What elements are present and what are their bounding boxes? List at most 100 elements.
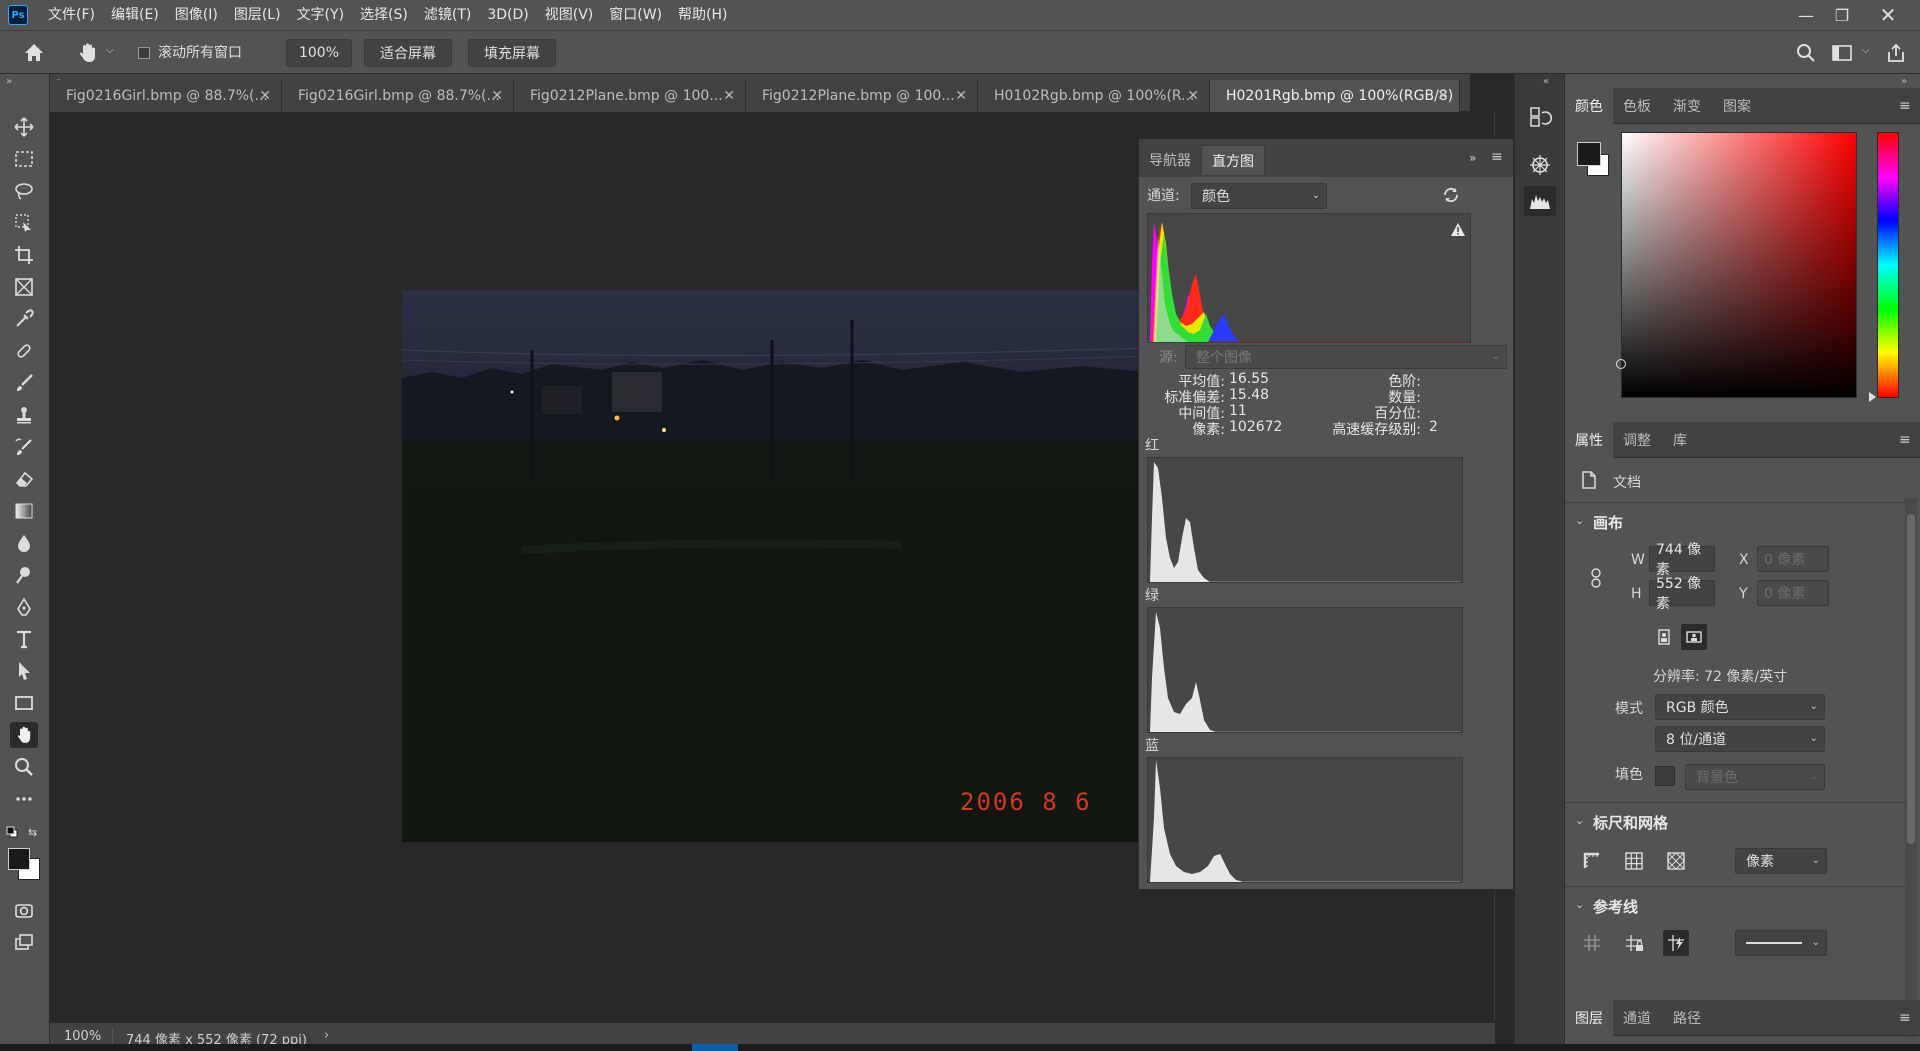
color-panel-menu-icon[interactable]: ≡ bbox=[1899, 98, 1915, 114]
menu-edit[interactable]: 编辑(E) bbox=[103, 0, 167, 30]
home-icon[interactable] bbox=[20, 39, 48, 67]
tab-fig0212plane-2[interactable]: Fig0212Plane.bmp @ 100... ✕ bbox=[746, 80, 978, 112]
history-panel-icon[interactable] bbox=[1524, 102, 1556, 132]
rulers-grids-section-title[interactable]: 标尺和网格 bbox=[1593, 812, 1668, 833]
fill-color-swatch[interactable] bbox=[1655, 766, 1675, 786]
blur-tool-icon[interactable] bbox=[10, 530, 38, 556]
tab-fig0212plane-1[interactable]: Fig0212Plane.bmp @ 100... ✕ bbox=[514, 80, 746, 112]
history-brush-tool-icon[interactable] bbox=[10, 434, 38, 460]
healing-brush-tool-icon[interactable] bbox=[10, 338, 38, 364]
color-field[interactable] bbox=[1616, 132, 1857, 398]
menu-help[interactable]: 帮助(H) bbox=[670, 0, 735, 30]
hand-tool-preset-icon[interactable] bbox=[74, 39, 102, 67]
tab-close-icon[interactable]: ✕ bbox=[723, 88, 735, 104]
menu-3d[interactable]: 3D(D) bbox=[479, 0, 536, 30]
tab-histogram[interactable]: 直方图 bbox=[1201, 145, 1265, 175]
marquee-tool-icon[interactable] bbox=[10, 146, 38, 172]
tab-close-icon[interactable]: ✕ bbox=[1437, 88, 1449, 104]
lasso-tool-icon[interactable] bbox=[10, 178, 38, 204]
photoshop-logo-icon[interactable]: Ps bbox=[8, 5, 28, 25]
menu-window[interactable]: 窗口(W) bbox=[601, 0, 670, 30]
eyedropper-tool-icon[interactable] bbox=[10, 306, 38, 332]
tab-gradients[interactable]: 渐变 bbox=[1663, 88, 1711, 124]
canvas-height-input[interactable]: 552 像素 bbox=[1649, 576, 1715, 612]
properties-menu-icon[interactable]: ≡ bbox=[1899, 432, 1915, 448]
guides-section-title[interactable]: 参考线 bbox=[1593, 896, 1638, 917]
tab-h0102rgb[interactable]: H0102Rgb.bmp @ 100%(R... ✕ bbox=[978, 80, 1210, 112]
tab-close-icon[interactable]: ✕ bbox=[491, 88, 503, 104]
hand-tool-icon[interactable] bbox=[10, 722, 38, 748]
canvas-y-input[interactable]: 0 像素 bbox=[1757, 580, 1829, 606]
menu-image[interactable]: 图像(I) bbox=[167, 0, 226, 30]
tab-paths[interactable]: 路径 bbox=[1663, 1000, 1711, 1036]
cache-warning-icon[interactable] bbox=[1450, 222, 1466, 238]
guides-icon[interactable] bbox=[1579, 930, 1605, 956]
refresh-icon[interactable] bbox=[1441, 185, 1461, 205]
fill-screen-button[interactable]: 填充屏幕 bbox=[468, 39, 556, 67]
layers-menu-icon[interactable]: ≡ bbox=[1899, 1010, 1915, 1026]
canvas-section-title[interactable]: 画布 bbox=[1593, 512, 1623, 533]
pen-tool-icon[interactable] bbox=[10, 594, 38, 620]
eraser-tool-icon[interactable] bbox=[10, 466, 38, 492]
chevron-down-icon[interactable]: ⌵ bbox=[106, 45, 118, 61]
collapse-right-panels-icon[interactable]: » bbox=[1901, 76, 1917, 88]
menu-view[interactable]: 视图(V) bbox=[537, 0, 602, 30]
document-image[interactable]: 2006 8 6 bbox=[402, 290, 1146, 842]
histogram-panel-icon[interactable] bbox=[1524, 186, 1556, 216]
close-icon[interactable]: ✕ bbox=[1868, 0, 1908, 30]
menu-file[interactable]: 文件(F) bbox=[40, 0, 103, 30]
tab-fig0216girl-1[interactable]: Fig0216Girl.bmp @ 88.7%(... ✕ bbox=[50, 80, 282, 112]
tab-fig0216girl-2[interactable]: Fig0216Girl.bmp @ 88.7%(... ✕ bbox=[282, 80, 514, 112]
guides-section-chevron-icon[interactable]: ⌄ bbox=[1575, 898, 1584, 911]
frame-tool-icon[interactable] bbox=[10, 274, 38, 300]
tab-adjustments[interactable]: 调整 bbox=[1613, 422, 1661, 458]
link-dimensions-icon[interactable] bbox=[1589, 568, 1603, 588]
smart-guides-icon[interactable] bbox=[1663, 930, 1689, 956]
color-picker-cursor[interactable] bbox=[1616, 359, 1626, 369]
source-select[interactable]: 整个图像 ⌄ bbox=[1185, 345, 1507, 369]
menu-layer[interactable]: 图层(L) bbox=[226, 0, 289, 30]
ruler-icon[interactable] bbox=[1579, 848, 1605, 874]
portrait-orientation-icon[interactable] bbox=[1651, 624, 1677, 650]
navigator-panel-icon[interactable] bbox=[1524, 150, 1556, 180]
tab-swatches[interactable]: 色板 bbox=[1613, 88, 1661, 124]
rectangle-tool-icon[interactable] bbox=[10, 690, 38, 716]
guide-style-select[interactable]: ⌄ bbox=[1735, 930, 1827, 956]
tab-h0201rgb[interactable]: H0201Rgb.bmp @ 100%(RGB/8) ✕ bbox=[1210, 80, 1460, 112]
ruler-units-select[interactable]: 像素 ⌄ bbox=[1735, 848, 1827, 874]
fill-select[interactable]: 背景色 ⌄ bbox=[1685, 764, 1825, 790]
pixel-grid-icon[interactable] bbox=[1663, 848, 1689, 874]
quick-mask-icon[interactable] bbox=[10, 898, 38, 924]
collapse-toolbar-icon[interactable]: » bbox=[6, 76, 22, 88]
canvas-width-input[interactable]: 744 像素 bbox=[1649, 542, 1715, 578]
rulers-section-chevron-icon[interactable]: ⌄ bbox=[1575, 814, 1584, 827]
tab-close-icon[interactable]: ✕ bbox=[259, 88, 271, 104]
foreground-swatch[interactable] bbox=[1577, 142, 1601, 166]
swap-colors-icon[interactable]: ⇆ bbox=[28, 826, 40, 839]
tab-patterns[interactable]: 图案 bbox=[1713, 88, 1761, 124]
hue-slider-handle[interactable] bbox=[1869, 392, 1876, 402]
bit-depth-select[interactable]: 8 位/通道 ⌄ bbox=[1655, 726, 1825, 752]
menu-filter[interactable]: 滤镜(T) bbox=[416, 0, 479, 30]
object-selection-tool-icon[interactable] bbox=[10, 210, 38, 236]
tab-properties[interactable]: 属性 bbox=[1565, 422, 1613, 458]
brush-tool-icon[interactable] bbox=[10, 370, 38, 396]
menu-select[interactable]: 选择(S) bbox=[352, 0, 416, 30]
workspace-icon[interactable] bbox=[1830, 41, 1854, 65]
path-selection-tool-icon[interactable] bbox=[10, 658, 38, 684]
move-tool-icon[interactable] bbox=[10, 114, 38, 140]
workspace-chevron-icon[interactable]: ⌵ bbox=[1862, 45, 1874, 61]
expand-dock-icon[interactable]: « bbox=[1543, 76, 1559, 88]
menu-type[interactable]: 文字(Y) bbox=[289, 0, 352, 30]
crop-tool-icon[interactable] bbox=[10, 242, 38, 268]
tab-navigator[interactable]: 导航器 bbox=[1139, 145, 1201, 175]
status-zoom[interactable]: 100% bbox=[64, 1029, 101, 1044]
tab-libraries[interactable]: 库 bbox=[1663, 422, 1697, 458]
panel-menu-icon[interactable]: ≡ bbox=[1491, 149, 1507, 165]
color-mode-select[interactable]: RGB 颜色 ⌄ bbox=[1655, 694, 1825, 720]
tab-close-icon[interactable]: ✕ bbox=[955, 88, 967, 104]
canvas-section-chevron-icon[interactable]: ⌄ bbox=[1575, 514, 1584, 527]
landscape-orientation-icon[interactable] bbox=[1681, 624, 1707, 650]
status-menu-chevron-icon[interactable]: › bbox=[324, 1028, 329, 1043]
canvas-x-input[interactable]: 0 像素 bbox=[1757, 546, 1829, 572]
